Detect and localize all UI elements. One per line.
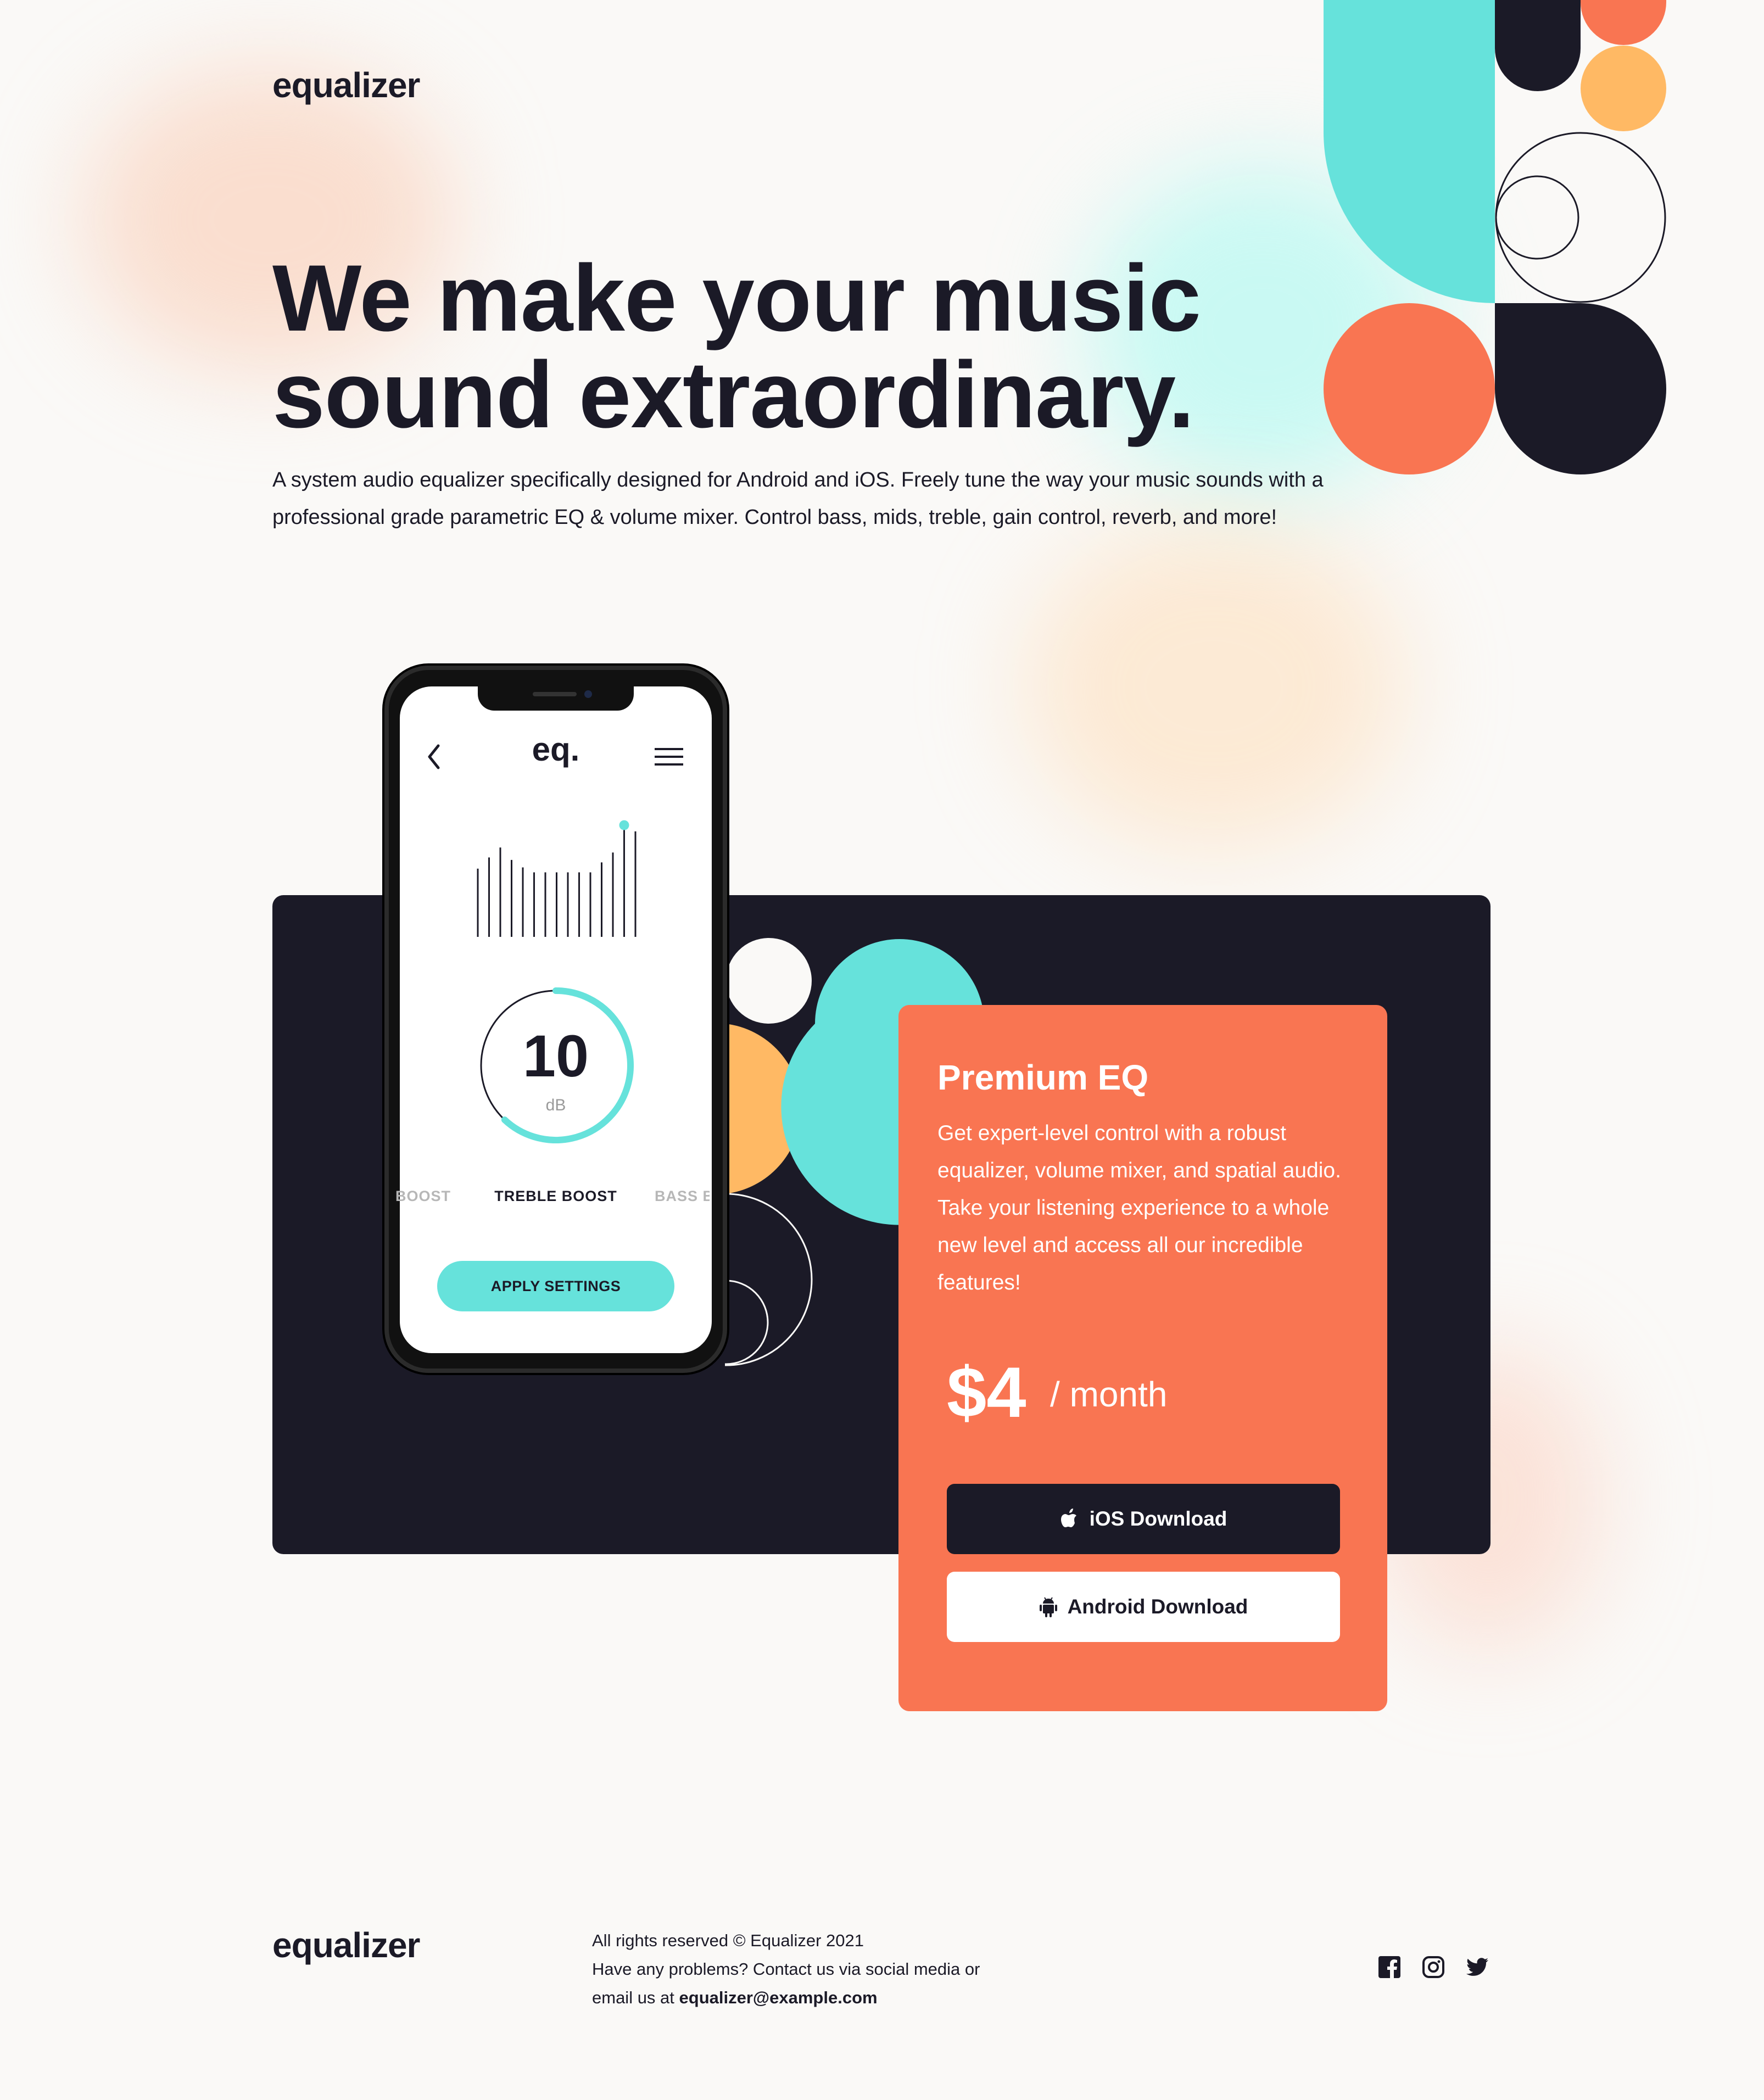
hero-title-line2: sound extraordinary. xyxy=(272,342,1194,448)
geometric-art xyxy=(1324,0,1666,474)
phone-camera xyxy=(584,690,592,698)
twitter-icon[interactable] xyxy=(1465,1955,1489,1979)
copyright-text: All rights reserved © Equalizer 2021 xyxy=(592,1931,864,1950)
mode-option-boost[interactable]: BOOST xyxy=(395,1188,451,1205)
contact-text: Have any problems? Contact us via social… xyxy=(592,1959,980,1979)
outline-circle-small xyxy=(1495,175,1579,260)
hero-title-line1: We make your music xyxy=(272,245,1201,351)
orange-dot xyxy=(1581,46,1666,131)
db-unit: dB xyxy=(545,1096,566,1114)
db-value: 10 xyxy=(522,1023,589,1089)
email-link[interactable]: equalizer@example.com xyxy=(679,1988,878,2007)
dark-quarter xyxy=(1495,303,1666,474)
android-download-label: Android Download xyxy=(1067,1595,1248,1618)
email-line: email us at equalizer@example.com xyxy=(592,1984,1042,2012)
teal-shape xyxy=(1324,0,1495,303)
coral-half xyxy=(1581,0,1666,45)
price-period: / month xyxy=(1050,1375,1168,1414)
hamburger-menu-icon[interactable] xyxy=(655,747,683,767)
eq-band-handle[interactable] xyxy=(619,820,629,830)
app-logo: eq. xyxy=(532,731,580,768)
chevron-left-icon[interactable] xyxy=(423,741,445,772)
equalizer-bars[interactable] xyxy=(472,813,643,939)
instagram-icon[interactable] xyxy=(1421,1955,1445,1979)
footer-logo[interactable]: equalizer xyxy=(272,1925,420,1965)
hero-description: A system audio equalizer specifically de… xyxy=(272,468,1324,529)
premium-description: Get expert-level control with a robust e… xyxy=(937,1121,1341,1294)
email-prefix: email us at xyxy=(592,1988,674,2007)
apple-icon xyxy=(1060,1509,1076,1527)
android-icon xyxy=(1039,1597,1057,1617)
dark-pill xyxy=(1495,0,1581,91)
social-links xyxy=(1377,1955,1489,1979)
hero-title: We make your music sound extraordinary. xyxy=(272,250,1316,443)
facebook-icon[interactable] xyxy=(1377,1955,1402,1979)
phone-speaker xyxy=(533,692,577,696)
header-logo[interactable]: equalizer xyxy=(272,65,420,105)
footer-text: All rights reserved © Equalizer 2021 Hav… xyxy=(592,1926,1042,2012)
mode-option-treble-boost[interactable]: TREBLE BOOST xyxy=(483,1188,628,1205)
android-download-button[interactable]: Android Download xyxy=(947,1572,1340,1642)
phone-notch xyxy=(478,683,634,711)
outline-circle-small xyxy=(725,1280,769,1365)
coral-circle xyxy=(1324,303,1495,474)
decorative-blob xyxy=(1021,522,1406,851)
white-circle xyxy=(726,938,812,1024)
ios-download-button[interactable]: iOS Download xyxy=(947,1484,1340,1554)
outline-circle-large xyxy=(1495,132,1666,303)
ios-download-label: iOS Download xyxy=(1089,1507,1227,1530)
premium-title: Premium EQ xyxy=(937,1058,1149,1097)
price-value: $4 xyxy=(947,1352,1026,1432)
apply-settings-button[interactable]: APPLY SETTINGS xyxy=(437,1261,674,1311)
outline-circle-large xyxy=(725,1193,813,1366)
mode-option-bass-boost[interactable]: BASS B xyxy=(655,1188,710,1205)
